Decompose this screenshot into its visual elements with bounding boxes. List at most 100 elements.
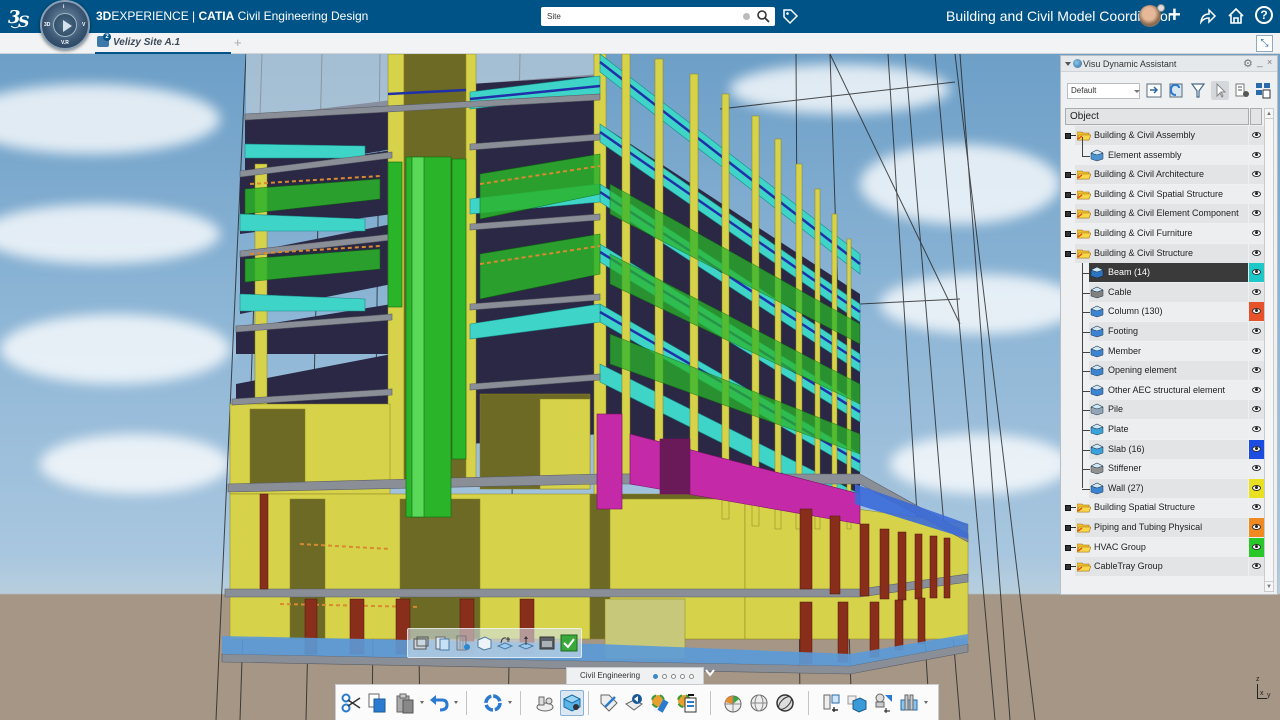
insert-icon[interactable] bbox=[624, 692, 646, 714]
select-icon[interactable] bbox=[1211, 81, 1229, 100]
view-window-icon[interactable] bbox=[538, 634, 556, 652]
render-color-icon[interactable] bbox=[722, 692, 744, 714]
plus-icon[interactable]: + bbox=[1168, 4, 1188, 26]
restore-view-button[interactable]: ⤡ bbox=[1256, 35, 1273, 52]
apply-icon[interactable] bbox=[1145, 81, 1163, 100]
section-tab-civil-engineering[interactable]: Civil Engineering bbox=[566, 667, 704, 684]
compass-info-label[interactable]: i bbox=[63, 4, 64, 10]
play-button[interactable] bbox=[53, 13, 77, 37]
expand-icon[interactable] bbox=[1065, 525, 1071, 531]
close-icon[interactable]: × bbox=[1267, 57, 1272, 67]
expand-icon[interactable] bbox=[1065, 564, 1071, 571]
grid-plane-icon[interactable] bbox=[454, 634, 472, 652]
visibility-toggle[interactable] bbox=[1249, 243, 1264, 263]
measure-icon[interactable] bbox=[820, 692, 842, 714]
paste-icon[interactable] bbox=[394, 692, 416, 714]
tree-item[interactable]: Element assembly bbox=[1065, 136, 1264, 166]
panel-scrollbar[interactable]: ▲ ▼ bbox=[1264, 108, 1274, 592]
tree-item[interactable]: Pile bbox=[1065, 400, 1264, 420]
tree-item[interactable]: Wall (27) bbox=[1065, 478, 1264, 499]
tree-item[interactable]: Building Spatial Structure bbox=[1065, 498, 1264, 518]
visibility-toggle[interactable] bbox=[1249, 322, 1264, 341]
box-icon[interactable] bbox=[846, 692, 868, 714]
tree-item[interactable]: Member bbox=[1065, 341, 1264, 362]
search-input[interactable] bbox=[547, 9, 737, 24]
visibility-toggle[interactable] bbox=[1249, 145, 1264, 165]
expand-icon[interactable] bbox=[1065, 505, 1071, 512]
structure-dropdown-icon[interactable] bbox=[924, 701, 928, 704]
tree-item[interactable]: Cable bbox=[1065, 282, 1264, 303]
page-dot-5[interactable] bbox=[689, 674, 694, 679]
visu-assistant-button[interactable] bbox=[560, 690, 584, 716]
compass-vr-label[interactable]: V.R bbox=[61, 40, 69, 46]
export-icon[interactable] bbox=[1254, 81, 1272, 100]
validate-icon[interactable] bbox=[560, 634, 578, 652]
update-icon[interactable] bbox=[482, 692, 504, 714]
visibility-toggle[interactable] bbox=[1249, 478, 1264, 498]
structure-icon[interactable] bbox=[898, 692, 920, 714]
filter-icon[interactable] bbox=[1189, 81, 1207, 100]
visibility-toggle[interactable] bbox=[1249, 557, 1264, 577]
column-header-object[interactable]: Object bbox=[1065, 108, 1249, 125]
expand-icon[interactable] bbox=[1065, 191, 1071, 198]
panel-title-bar[interactable]: Visu Dynamic Assistant ⚙ _ × bbox=[1061, 56, 1277, 72]
paste-dropdown-icon[interactable] bbox=[420, 701, 424, 704]
render-wire-icon[interactable] bbox=[774, 692, 796, 714]
search-icon[interactable] bbox=[756, 9, 770, 23]
tree-item[interactable]: Stiffener bbox=[1065, 459, 1264, 479]
page-dot-1[interactable] bbox=[653, 674, 658, 679]
clear-search-icon[interactable] bbox=[743, 13, 750, 20]
gear-icon[interactable]: ⚙ bbox=[1243, 57, 1253, 70]
undo-icon[interactable] bbox=[428, 692, 450, 714]
tree-item[interactable]: Other AEC structural element bbox=[1065, 380, 1264, 401]
page-dot-4[interactable] bbox=[680, 674, 685, 679]
tree-item[interactable]: Slab (16) bbox=[1065, 439, 1264, 460]
expand-icon[interactable] bbox=[1065, 231, 1071, 237]
section-box-icon[interactable] bbox=[412, 634, 430, 652]
visibility-toggle[interactable] bbox=[1249, 341, 1264, 361]
tree-item[interactable]: Building & Civil Element Component bbox=[1065, 204, 1264, 224]
visibility-toggle[interactable] bbox=[1249, 537, 1264, 557]
tag-icon[interactable] bbox=[781, 7, 799, 25]
visibility-toggle[interactable] bbox=[1249, 302, 1264, 322]
preset-dropdown[interactable]: Default bbox=[1067, 83, 1140, 99]
tree-item[interactable]: Footing bbox=[1065, 322, 1264, 342]
visibility-toggle[interactable] bbox=[1249, 498, 1264, 518]
compass-button[interactable]: i 3D V V.R bbox=[40, 0, 90, 50]
clipping-plane-icon[interactable] bbox=[433, 634, 451, 652]
scroll-down-icon[interactable]: ▼ bbox=[1265, 581, 1273, 591]
compass-social-label[interactable]: V bbox=[82, 22, 85, 28]
home-icon[interactable] bbox=[1226, 6, 1246, 26]
visibility-toggle[interactable] bbox=[1249, 380, 1264, 400]
add-tab-button[interactable]: + bbox=[234, 35, 242, 50]
properties-icon[interactable] bbox=[1233, 81, 1251, 100]
column-header-visibility[interactable] bbox=[1250, 108, 1262, 125]
visibility-toggle[interactable] bbox=[1249, 439, 1264, 459]
expand-icon[interactable] bbox=[1065, 133, 1071, 139]
3ds-logo[interactable]: 3S bbox=[8, 4, 36, 31]
visibility-toggle[interactable] bbox=[1249, 126, 1264, 145]
visibility-toggle[interactable] bbox=[1249, 459, 1264, 479]
scroll-up-icon[interactable]: ▲ bbox=[1265, 109, 1273, 119]
visibility-toggle[interactable] bbox=[1249, 165, 1264, 185]
translate-plane-icon[interactable] bbox=[517, 634, 535, 652]
expand-icon[interactable] bbox=[1065, 172, 1071, 179]
cut-icon[interactable] bbox=[340, 692, 362, 714]
tree-item[interactable]: Building & Civil Structure bbox=[1065, 243, 1264, 264]
tree-item[interactable]: HVAC Group bbox=[1065, 537, 1264, 558]
collapse-panel-icon[interactable] bbox=[1065, 62, 1071, 66]
share-icon[interactable] bbox=[1197, 6, 1217, 26]
page-dot-2[interactable] bbox=[662, 674, 667, 679]
assembly-icon[interactable] bbox=[534, 692, 556, 714]
copy-icon[interactable] bbox=[366, 692, 388, 714]
compass-3d-label[interactable]: 3D bbox=[44, 22, 50, 28]
expand-section-icon[interactable] bbox=[704, 667, 716, 681]
render-sphere-icon[interactable] bbox=[748, 692, 770, 714]
visibility-toggle[interactable] bbox=[1249, 224, 1264, 243]
color-table-icon[interactable] bbox=[676, 692, 698, 714]
tree-item[interactable]: Beam (14) bbox=[1065, 263, 1264, 283]
tree-item[interactable]: Building & Civil Furniture bbox=[1065, 224, 1264, 244]
tag-icon[interactable] bbox=[598, 692, 620, 714]
tree-item[interactable]: Building & Civil Assembly bbox=[1065, 126, 1264, 146]
tree-item[interactable]: Column (130) bbox=[1065, 302, 1264, 322]
